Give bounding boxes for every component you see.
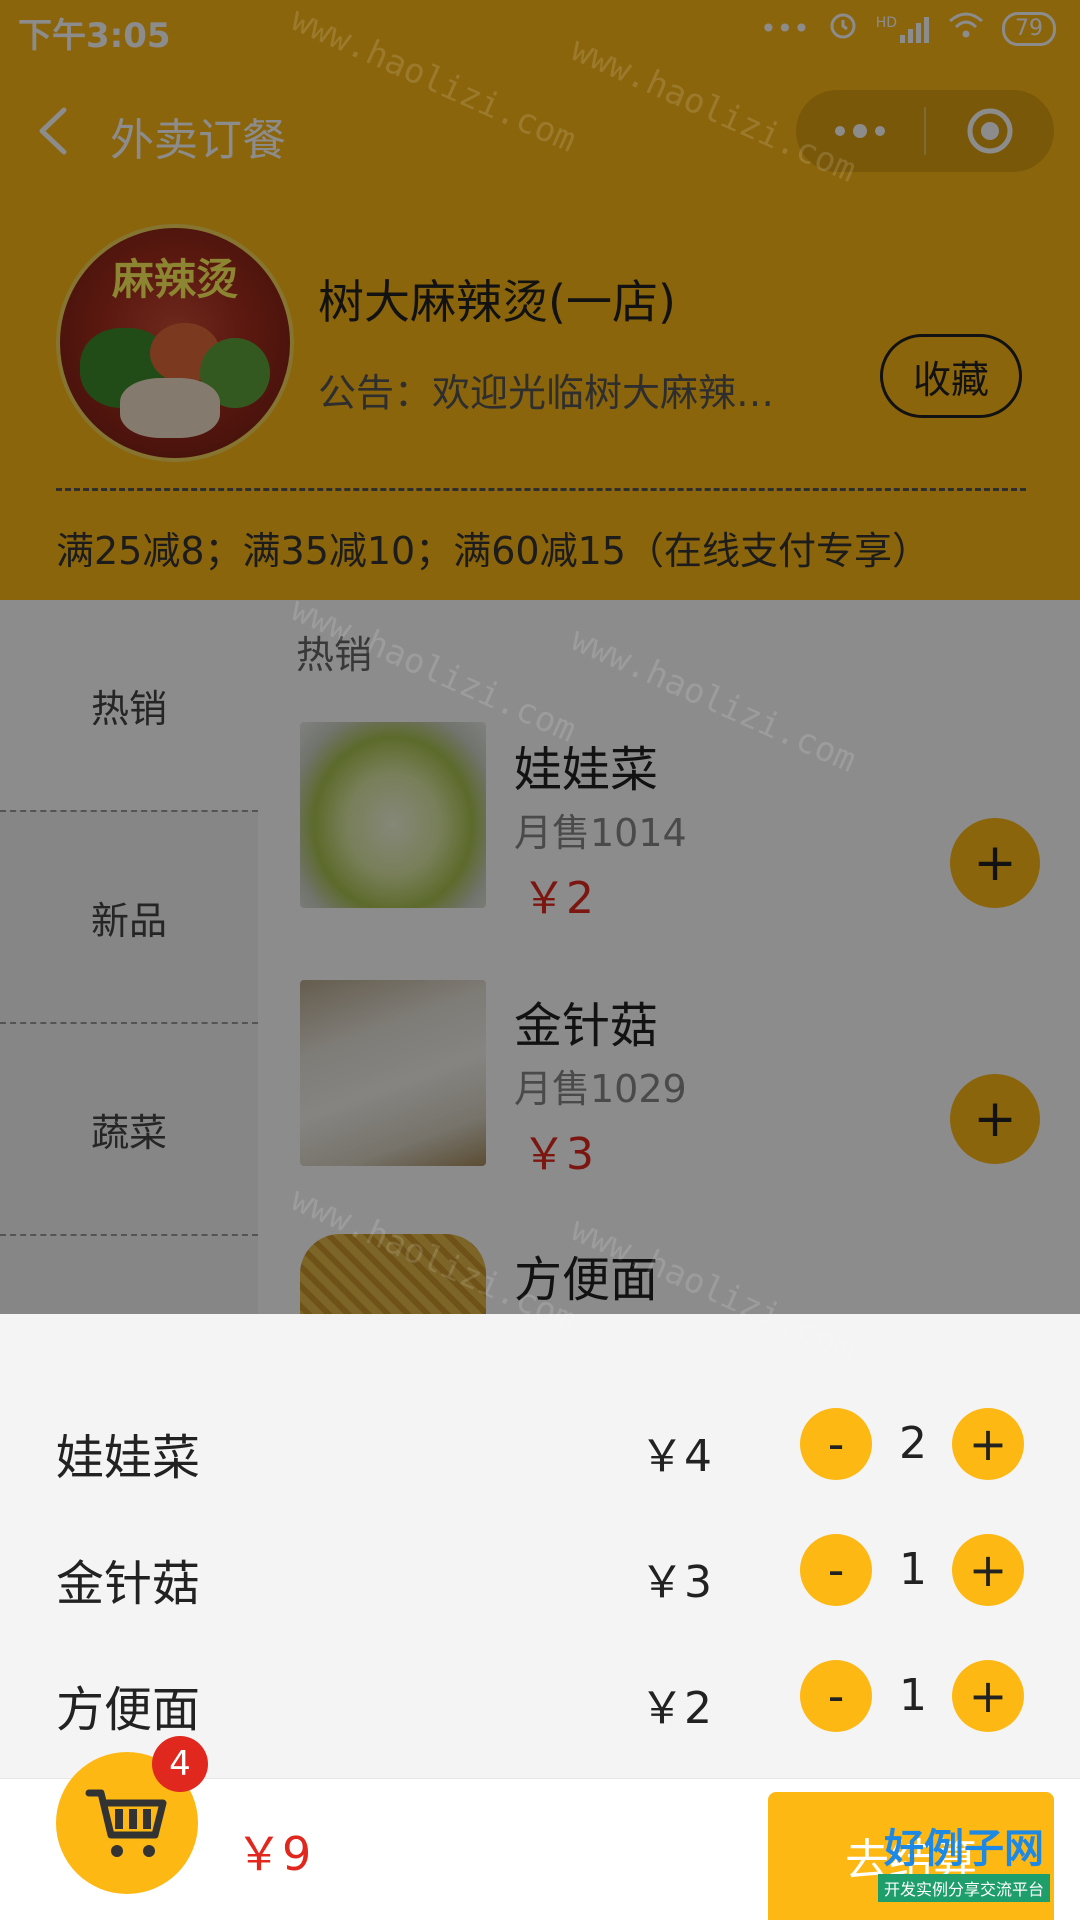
cart-item-name: 娃娃菜 <box>56 1430 201 1486</box>
decrease-quantity-button[interactable]: - <box>800 1534 872 1606</box>
cart-item: 金针菇 ￥3 - 1 + <box>0 1510 1080 1636</box>
cart-total-price: ￥9 <box>236 1827 312 1881</box>
watermark-brand-name: 好例子网 <box>883 1826 1044 1872</box>
quantity-value: 1 <box>899 1670 927 1721</box>
modal-backdrop[interactable] <box>0 0 1080 1314</box>
cart-item-name: 方便面 <box>56 1682 201 1738</box>
decrease-quantity-button[interactable]: - <box>800 1408 872 1480</box>
watermark-brand-sub: 开发实例分享交流平台 <box>877 1874 1050 1902</box>
cart-item: 娃娃菜 ￥4 - 2 + <box>0 1384 1080 1510</box>
watermark-brand: 好例子网 开发实例分享交流平台 <box>877 1816 1050 1902</box>
cart-count-badge: 4 <box>152 1736 208 1792</box>
cart-item-price: ￥2 <box>640 1683 712 1734</box>
increase-quantity-button[interactable]: + <box>952 1660 1024 1732</box>
cart-panel: 娃娃菜 ￥4 - 2 + 金针菇 ￥3 - 1 + 方便面 ￥2 - 1 + <box>0 1314 1080 1778</box>
cart-item-price: ￥4 <box>640 1431 712 1482</box>
increase-quantity-button[interactable]: + <box>952 1534 1024 1606</box>
decrease-quantity-button[interactable]: - <box>800 1660 872 1732</box>
quantity-value: 1 <box>899 1544 927 1595</box>
increase-quantity-button[interactable]: + <box>952 1408 1024 1480</box>
cart-item-name: 金针菇 <box>56 1556 201 1612</box>
quantity-value: 2 <box>899 1418 927 1469</box>
cart-item-price: ￥3 <box>640 1557 712 1608</box>
shopping-cart-icon <box>85 1789 167 1857</box>
